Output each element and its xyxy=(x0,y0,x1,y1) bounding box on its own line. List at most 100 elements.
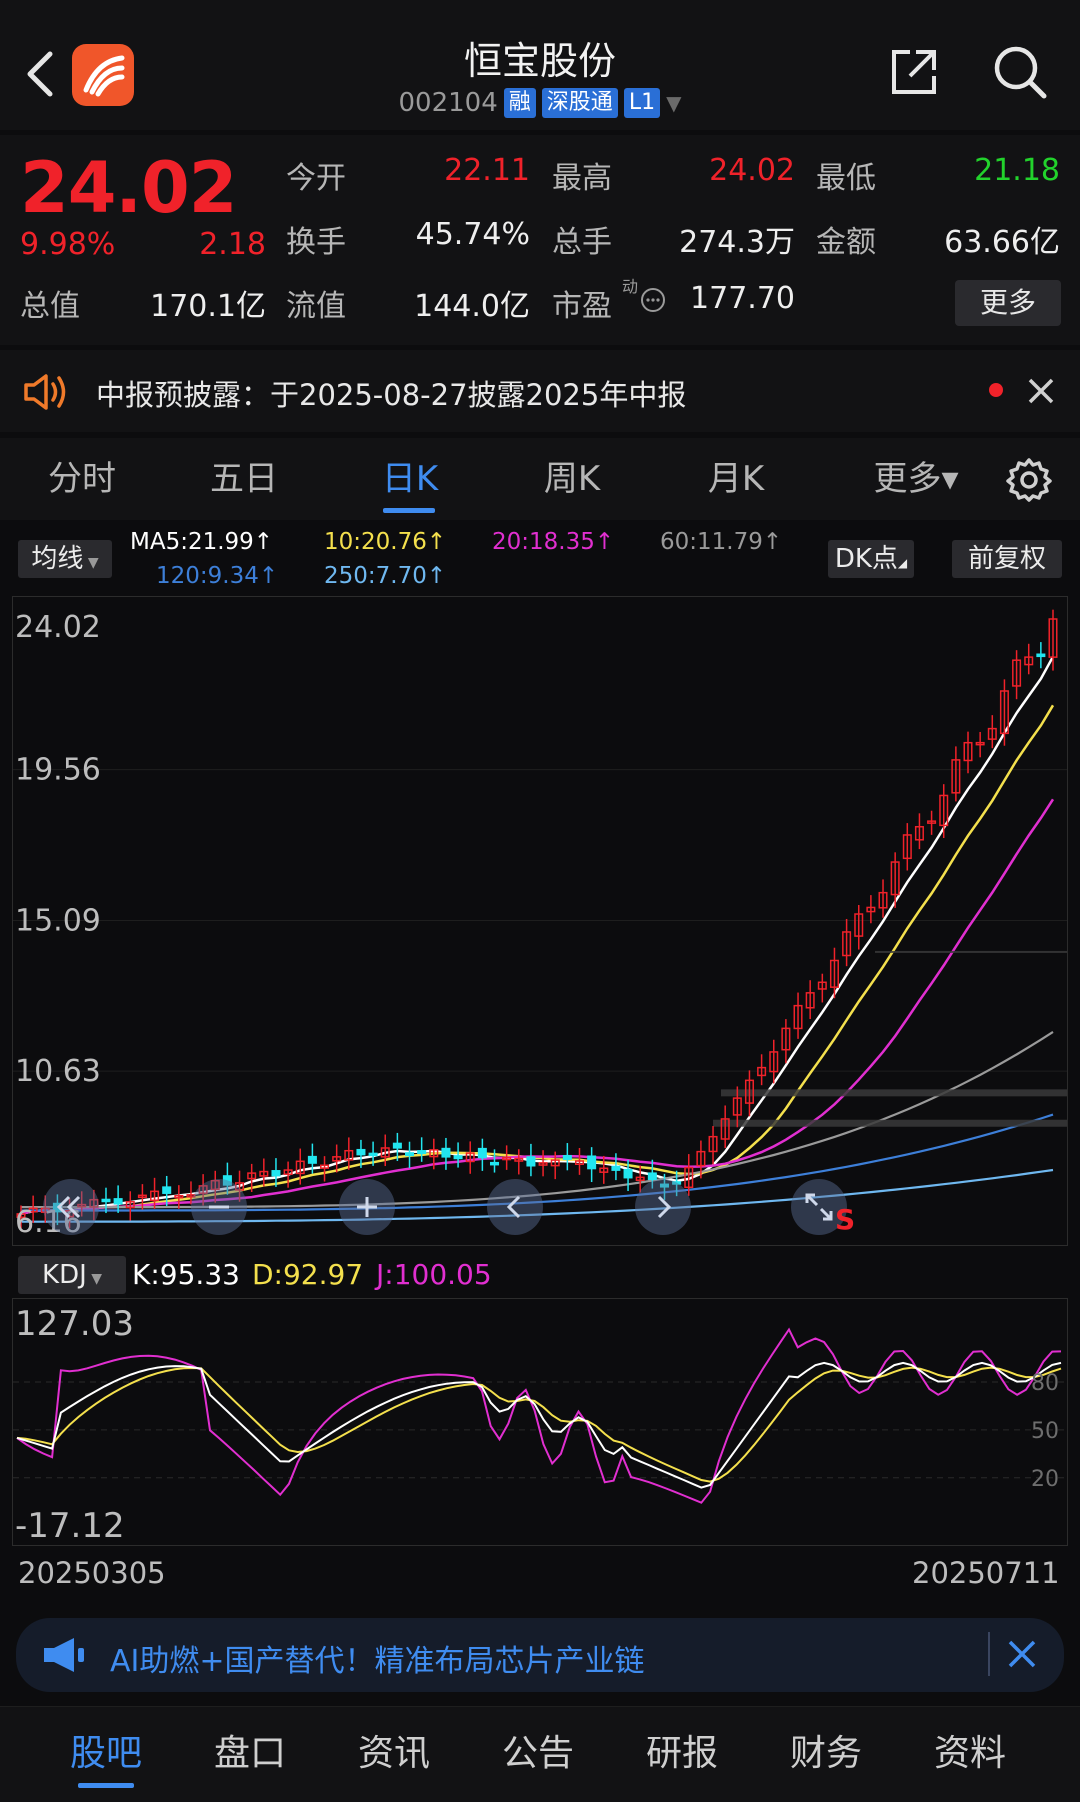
float-cap-label: 流值 xyxy=(286,289,346,324)
chevron-right-icon xyxy=(657,1195,672,1219)
share-icon xyxy=(892,50,936,94)
nav-order-book[interactable]: 盘口 xyxy=(178,1707,322,1802)
nav-news[interactable]: 资讯 xyxy=(322,1707,466,1802)
amount-label: 金额 xyxy=(816,225,876,260)
tab-five-day[interactable]: 五日 xyxy=(182,438,306,520)
banner-text: AI助燃+国产替代！精准布局芯片产业链 xyxy=(110,1644,645,1679)
candle-body xyxy=(587,1155,597,1170)
tab-weekly-k[interactable]: 周K xyxy=(510,438,634,520)
kdj-j-line xyxy=(16,1327,1062,1504)
kdj-select[interactable]: KDJ ▼ xyxy=(18,1256,126,1294)
nav-finance[interactable]: 财务 xyxy=(754,1707,898,1802)
kdj-header: KDJ ▼ K:95.33 D:92.97 J:100.05 xyxy=(0,1252,1080,1296)
price-axis-label: 15.09 xyxy=(15,904,101,939)
megaphone-icon xyxy=(40,1634,88,1680)
ma10-value: 10:20.76↑ xyxy=(324,529,447,555)
active-nav-indicator xyxy=(78,1783,134,1788)
support-band xyxy=(713,1119,1067,1127)
candle-body xyxy=(441,1147,451,1158)
ma60-value: 60:11.79↑ xyxy=(660,529,783,555)
candle-body xyxy=(271,1170,281,1177)
scroll-right-button[interactable] xyxy=(635,1179,691,1235)
kdj-chart[interactable]: 80 50 20 127.03 -17.12 xyxy=(12,1298,1068,1546)
kdj-max-label: 127.03 xyxy=(15,1304,134,1344)
candle-body xyxy=(392,1142,402,1149)
search-button[interactable] xyxy=(990,42,1050,102)
kdj-level-label: 80 xyxy=(1031,1371,1059,1396)
open-value: 22.11 xyxy=(444,153,530,188)
candle-body xyxy=(477,1147,487,1159)
change-percent: 9.98% xyxy=(20,227,116,262)
banner-divider xyxy=(988,1632,990,1676)
market-cap-value: 170.1亿 xyxy=(150,289,266,324)
candle-body xyxy=(307,1155,317,1164)
nav-profile[interactable]: 资料 xyxy=(898,1707,1042,1802)
notice-close-button[interactable] xyxy=(1024,374,1058,412)
tab-more[interactable]: 更多▾ xyxy=(846,438,986,520)
banner-close-button[interactable] xyxy=(1002,1634,1042,1678)
change-amount: 2.18 xyxy=(199,227,266,262)
turnover-value: 45.74% xyxy=(415,217,530,252)
high-label: 最高 xyxy=(552,161,612,196)
ma10-line xyxy=(20,704,1055,1216)
nav-announcements[interactable]: 公告 xyxy=(466,1707,610,1802)
candle-body xyxy=(526,1156,536,1167)
search-icon xyxy=(994,46,1047,99)
pe-label: 市盈 xyxy=(552,289,612,324)
margin-tag: 融 xyxy=(503,88,536,118)
candle-body xyxy=(417,1150,427,1155)
low-label: 最低 xyxy=(816,161,876,196)
candle-body xyxy=(101,1198,111,1203)
candle-body xyxy=(1036,653,1046,658)
candle-body xyxy=(368,1152,378,1157)
market-cap-label: 总值 xyxy=(20,289,80,324)
notice-bar[interactable]: 中报预披露：于2025-08-27披露2025年中报 xyxy=(0,350,1080,432)
dk-point-button[interactable]: DK点◢ xyxy=(828,540,914,578)
minus-icon xyxy=(209,1205,229,1209)
kdj-k-value: K:95.33 xyxy=(132,1258,240,1291)
volume-value: 274.3万 xyxy=(679,225,795,260)
scroll-left-fast-button[interactable] xyxy=(43,1179,99,1235)
share-button[interactable] xyxy=(886,44,942,100)
unread-dot xyxy=(989,383,1003,397)
kdj-d-value: D:92.97 xyxy=(252,1258,364,1291)
pe-value: 177.70 xyxy=(690,281,795,316)
kline-chart[interactable]: 24.02 19.56 15.09 10.63 6.16 S xyxy=(12,596,1068,1246)
sell-signal-marker: S xyxy=(835,1203,856,1236)
double-chevron-left-icon xyxy=(56,1195,81,1219)
connect-tag: 深股通 xyxy=(541,88,618,118)
support-band xyxy=(875,950,1067,953)
scroll-left-button[interactable] xyxy=(487,1179,543,1235)
chart-settings-button[interactable] xyxy=(1006,456,1052,506)
indicator-select[interactable]: 均线 ▼ xyxy=(18,540,112,578)
moving-average-row: 均线 ▼ MA5:21.99↑ 10:20.76↑ 20:18.35↑ 60:1… xyxy=(0,525,1080,595)
more-button[interactable]: 更多 xyxy=(955,280,1061,326)
chevron-left-icon xyxy=(506,1195,521,1219)
kdj-select-label: KDJ xyxy=(42,1260,87,1290)
adjust-button[interactable]: 前复权 xyxy=(952,540,1062,578)
stock-code: 002104 xyxy=(398,88,498,118)
kdj-min-label: -17.12 xyxy=(15,1506,125,1545)
active-tab-indicator xyxy=(383,508,435,513)
candle-body xyxy=(489,1161,500,1166)
support-band xyxy=(721,1089,1067,1097)
tab-intraday[interactable]: 分时 xyxy=(20,438,144,520)
zoom-in-button[interactable] xyxy=(339,1179,395,1235)
indicator-select-label: 均线 xyxy=(31,544,84,574)
last-price: 24.02 xyxy=(20,147,237,229)
tab-monthly-k[interactable]: 月K xyxy=(674,438,798,520)
zoom-out-button[interactable] xyxy=(191,1179,247,1235)
kdj-level-label: 50 xyxy=(1031,1419,1059,1444)
chart-period-tabs: 分时 五日 日K 周K 月K 更多▾ xyxy=(0,438,1080,520)
volume-label: 总手 xyxy=(552,225,612,260)
kdj-j-value: J:100.05 xyxy=(376,1258,492,1291)
dk-point-label: DK点 xyxy=(834,544,898,574)
ma20-value: 20:18.35↑ xyxy=(492,529,615,555)
quote-panel: 24.02 9.98% 2.18 今开 22.11 最高 24.02 最低 21… xyxy=(0,135,1080,345)
candle-body xyxy=(405,1152,415,1157)
nav-research[interactable]: 研报 xyxy=(610,1707,754,1802)
price-axis-label: 24.02 xyxy=(15,610,101,645)
price-axis-label: 19.56 xyxy=(15,753,101,788)
promo-banner[interactable]: AI助燃+国产替代！精准布局芯片产业链 xyxy=(16,1618,1064,1692)
candle-body xyxy=(453,1155,463,1160)
